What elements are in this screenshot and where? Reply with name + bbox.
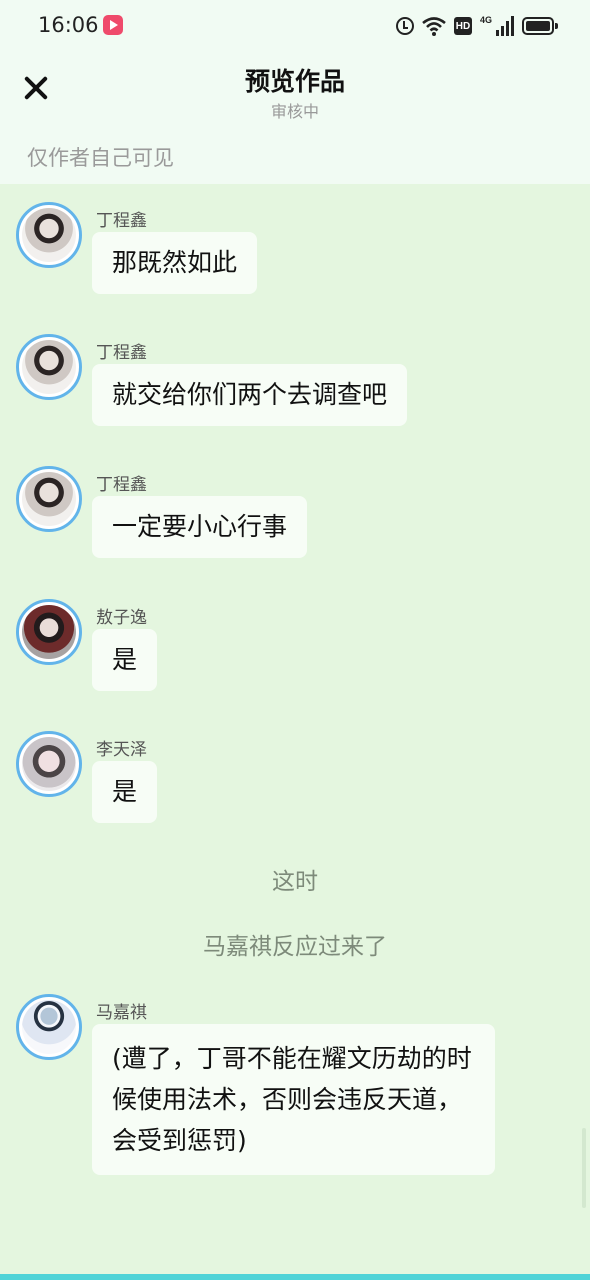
avatar[interactable]	[16, 994, 82, 1060]
status-bar: 16:06 HD 4G	[0, 0, 590, 52]
wifi-icon	[422, 16, 446, 36]
bottom-progress-strip	[0, 1274, 590, 1280]
network-type-label: 4G	[479, 15, 492, 25]
signal-icon	[496, 16, 514, 36]
header: 预览作品 审核中 仅作者自己可见	[0, 52, 590, 184]
message-bubble[interactable]: 一定要小心行事	[92, 496, 308, 558]
message-bubble[interactable]: 是	[92, 761, 158, 823]
avatar[interactable]	[16, 731, 82, 797]
avatar[interactable]	[16, 466, 82, 532]
avatar[interactable]	[16, 334, 82, 400]
sender-name: 马嘉祺	[96, 1003, 147, 1023]
chat-area[interactable]: 丁程鑫 那既然如此 丁程鑫 就交给你们两个去调查吧 丁程鑫 一定要小心行事 敖子…	[0, 184, 590, 1274]
alarm-icon	[395, 17, 414, 35]
message-bubble[interactable]: 就交给你们两个去调查吧	[92, 364, 408, 426]
narration-text: 马嘉祺反应过来了	[203, 934, 387, 960]
battery-icon	[522, 17, 558, 35]
review-status: 审核中	[270, 102, 319, 121]
scrollbar[interactable]	[582, 1128, 586, 1208]
narration-text: 这时	[272, 869, 318, 895]
sender-name: 丁程鑫	[96, 343, 147, 363]
avatar[interactable]	[16, 599, 82, 665]
page-title: 预览作品	[244, 67, 345, 96]
video-app-icon	[103, 15, 123, 35]
status-icons: HD 4G	[395, 14, 558, 38]
avatar[interactable]	[16, 202, 82, 268]
hd-icon: HD	[453, 17, 472, 35]
sender-name: 丁程鑫	[96, 475, 147, 495]
status-time: 16:06	[38, 13, 99, 37]
message-bubble[interactable]: 那既然如此	[92, 232, 258, 294]
message-bubble[interactable]: 是	[92, 629, 158, 691]
sender-name: 敖子逸	[96, 608, 147, 628]
message-bubble[interactable]: (遭了，丁哥不能在耀文历劫的时候使用法术，否则会违反天道，会受到惩罚)	[92, 1024, 495, 1175]
visibility-note: 仅作者自己可见	[27, 146, 174, 170]
sender-name: 丁程鑫	[96, 211, 147, 231]
sender-name: 李天泽	[96, 740, 147, 760]
